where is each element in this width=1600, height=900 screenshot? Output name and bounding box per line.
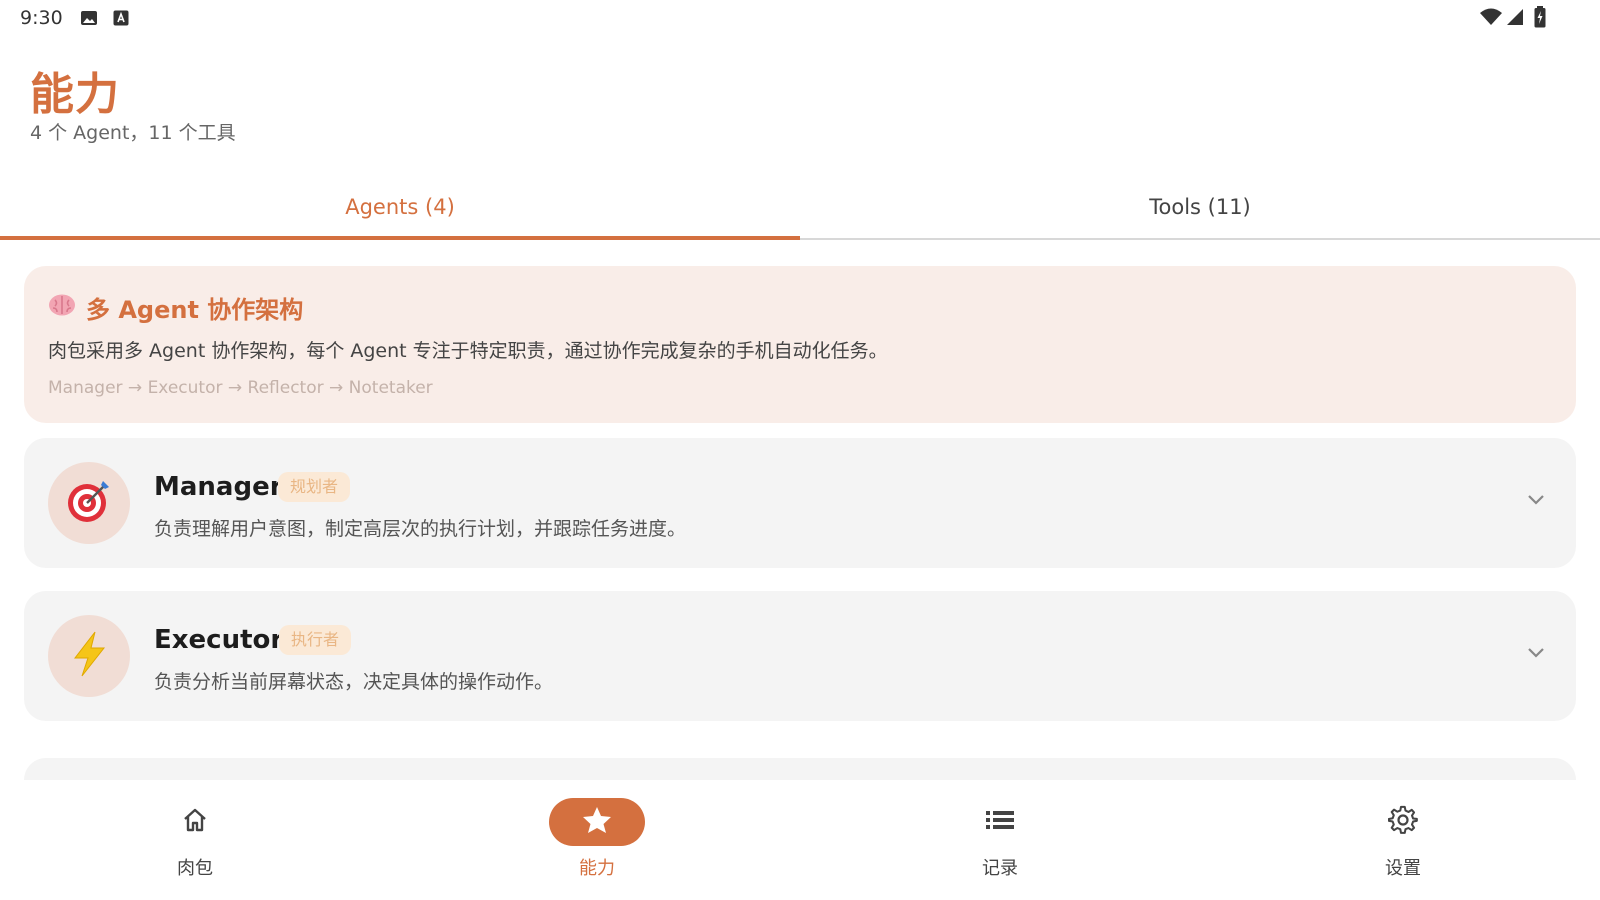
bottom-navigation: 肉包 能力 记录 设置 <box>0 780 1600 900</box>
nav-pill <box>952 798 1048 846</box>
keyboard-a-icon <box>113 10 129 30</box>
tab-bar: Agents (4) Tools (11) <box>0 176 1600 240</box>
nav-records[interactable]: 记录 <box>900 798 1100 888</box>
list-icon <box>985 809 1015 835</box>
architecture-info-card: 多 Agent 协作架构 肉包采用多 Agent 协作架构，每个 Agent 专… <box>24 266 1576 423</box>
target-icon <box>65 477 113 529</box>
nav-home[interactable]: 肉包 <box>95 798 295 888</box>
lightning-icon <box>69 630 109 682</box>
nav-label: 记录 <box>982 858 1018 879</box>
info-card-title: 多 Agent 协作架构 <box>86 296 304 324</box>
agent-avatar <box>48 615 130 697</box>
tab-tools[interactable]: Tools (11) <box>800 176 1600 238</box>
tab-agents[interactable]: Agents (4) <box>0 176 800 238</box>
chevron-down-icon[interactable] <box>1526 492 1546 511</box>
nav-pill <box>1355 798 1451 846</box>
nav-pill <box>147 798 243 846</box>
agent-description: 负责理解用户意图，制定高层次的执行计划，并跟踪任务进度。 <box>154 518 687 540</box>
page-title: 能力 <box>30 69 120 120</box>
agent-flow: Manager → Executor → Reflector → Notetak… <box>48 378 433 398</box>
nav-label: 设置 <box>1385 858 1421 879</box>
signal-icon <box>1506 8 1524 30</box>
agent-role-badge: 执行者 <box>279 625 352 655</box>
agent-card-partial[interactable] <box>24 758 1576 780</box>
nav-label: 能力 <box>579 858 615 879</box>
info-card-header: 多 Agent 协作架构 <box>48 290 303 325</box>
wifi-icon <box>1480 8 1502 30</box>
nav-abilities[interactable]: 能力 <box>497 798 697 888</box>
page-subtitle: 4 个 Agent，11 个工具 <box>30 122 236 144</box>
battery-icon <box>1534 6 1546 32</box>
agent-role-badge: 规划者 <box>278 472 351 502</box>
star-icon <box>582 806 612 838</box>
brain-icon <box>48 293 76 323</box>
status-time: 9:30 <box>20 7 63 29</box>
image-icon <box>80 10 98 30</box>
agents-list[interactable]: 多 Agent 协作架构 肉包采用多 Agent 协作架构，每个 Agent 专… <box>0 240 1600 780</box>
status-bar: 9:30 <box>0 0 1600 36</box>
agent-name: Executor <box>154 625 284 655</box>
agent-avatar <box>48 462 130 544</box>
info-card-description: 肉包采用多 Agent 协作架构，每个 Agent 专注于特定职责，通过协作完成… <box>48 340 888 362</box>
agent-description: 负责分析当前屏幕状态，决定具体的操作动作。 <box>154 671 554 693</box>
agent-card-manager[interactable]: Manager 规划者 负责理解用户意图，制定高层次的执行计划，并跟踪任务进度。 <box>24 438 1576 568</box>
agent-name: Manager <box>154 472 283 502</box>
nav-label: 肉包 <box>177 858 213 879</box>
home-icon <box>181 807 209 837</box>
nav-settings[interactable]: 设置 <box>1303 798 1503 888</box>
gear-icon <box>1387 805 1418 839</box>
chevron-down-icon[interactable] <box>1526 645 1546 664</box>
agent-card-executor[interactable]: Executor 执行者 负责分析当前屏幕状态，决定具体的操作动作。 <box>24 591 1576 721</box>
nav-pill-active <box>549 798 645 846</box>
